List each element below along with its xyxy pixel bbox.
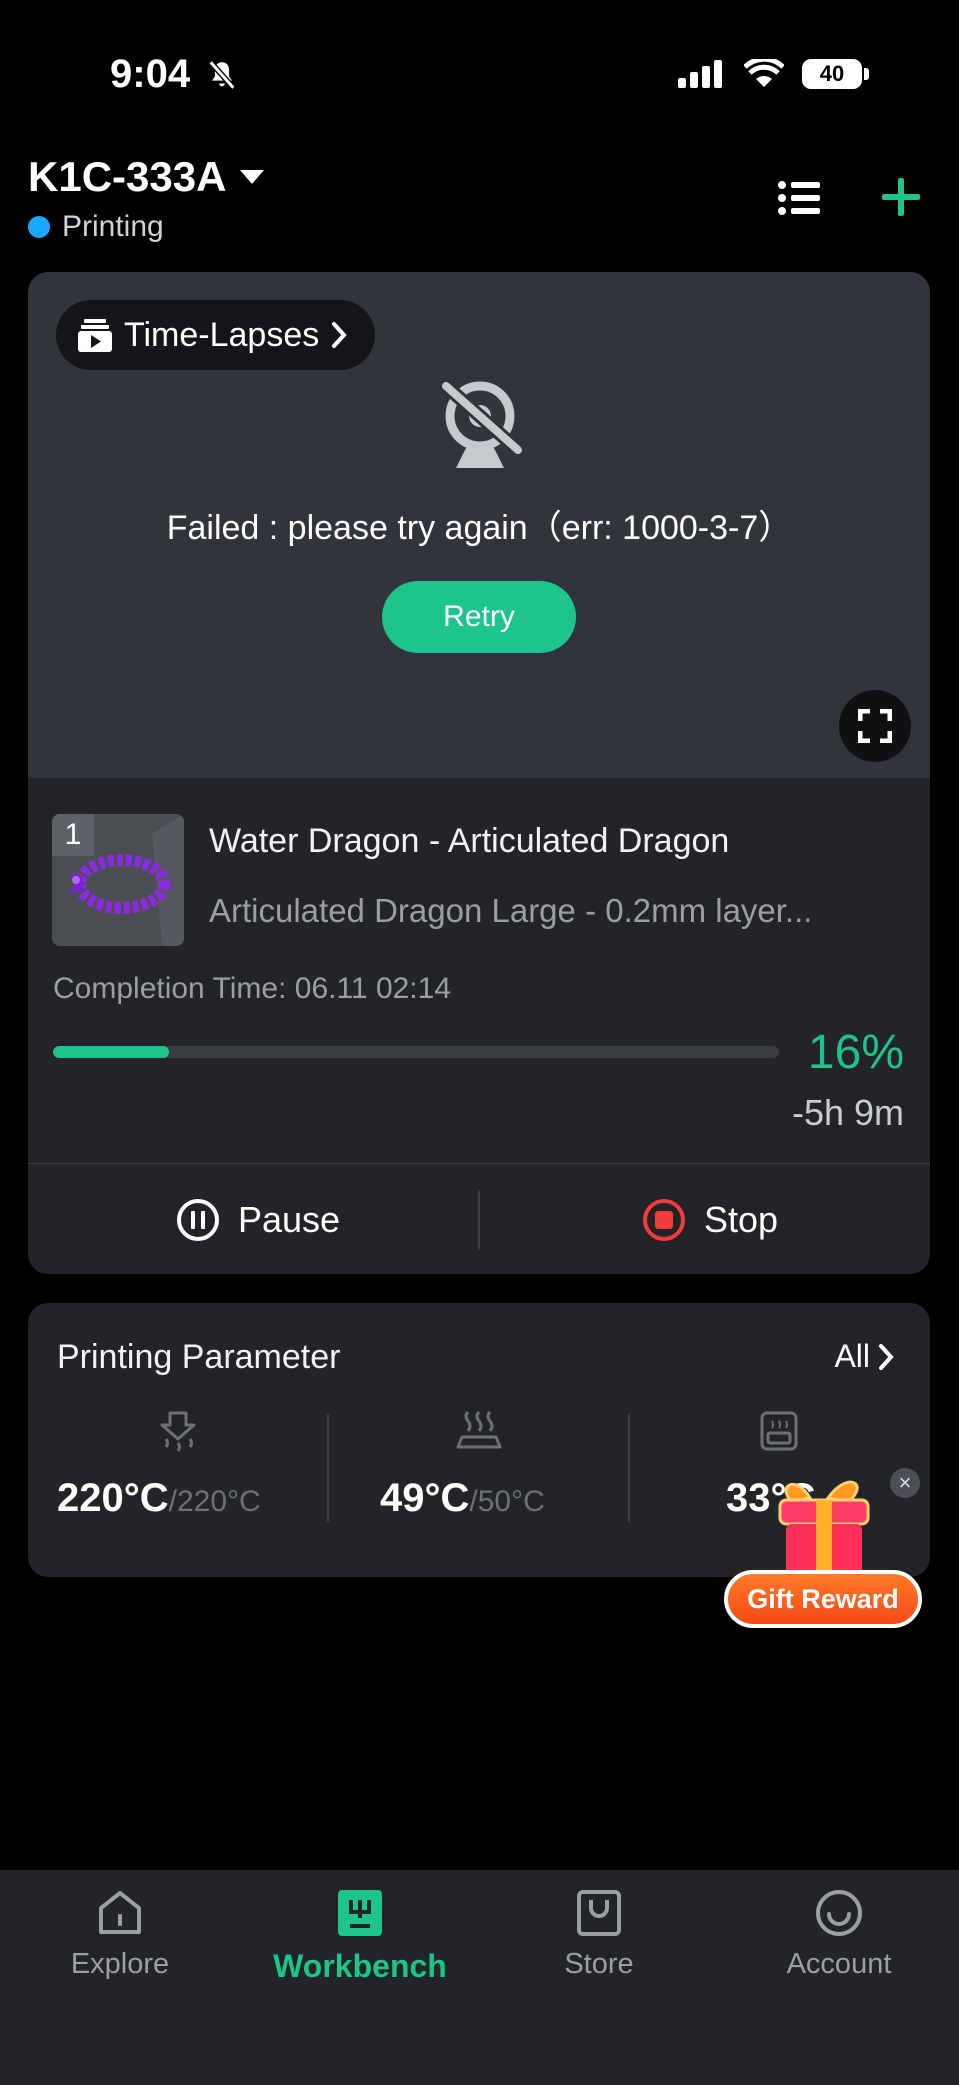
plus-icon [882,178,920,216]
nozzle-temp-icon [158,1411,198,1462]
param-divider [628,1414,630,1522]
bed-target: /50°C [469,1485,545,1518]
completion-time: Completion Time: 06.11 02:14 [53,972,452,1005]
status-indicators: 40 [678,58,869,90]
fullscreen-button[interactable] [839,690,911,762]
nozzle-current: 220°C [57,1476,169,1520]
nozzle-target: /220°C [168,1485,261,1518]
plate-number: 1 [52,814,94,856]
stop-label: Stop [704,1199,779,1240]
progress-percent: 16% [807,1026,904,1079]
printer-status-label: Printing [62,210,164,243]
nav-item-store[interactable]: Store [479,1888,719,1981]
nav-item-account[interactable]: Account [719,1888,959,1981]
nav-label-account: Account [786,1948,892,1980]
printer-selector[interactable]: K1C-333A [28,153,266,201]
all-label: All [834,1338,870,1374]
bed-current: 49°C [380,1476,470,1520]
bell-muted-icon [208,60,236,90]
printer-name: K1C-333A [28,153,227,200]
chevron-right-icon [879,1343,894,1370]
video-library-icon [78,319,112,352]
stop-icon [643,1199,685,1241]
nav-label-store: Store [564,1948,634,1980]
gift-reward-button[interactable]: Gift Reward [724,1570,922,1628]
camera-error-message: Failed : please try again（err: 1000-3-7） [166,509,793,547]
stop-button[interactable]: Stop [636,1190,784,1250]
progress-bar [53,1046,779,1058]
home-icon [99,1891,141,1934]
workbench-icon [338,1890,382,1936]
bed-temp-icon [456,1410,502,1456]
printer-status: Printing [28,210,164,244]
button-divider [478,1190,480,1250]
time-lapses-label: Time-Lapses [124,315,320,354]
pause-label: Pause [238,1199,341,1240]
add-device-button[interactable] [880,176,922,223]
signal-icon [678,60,722,88]
param-divider [327,1414,329,1522]
model-thumbnail: 1 [52,814,184,946]
printing-parameter-title: Printing Parameter [57,1338,341,1376]
status-dot [28,216,50,238]
nozzle-temperature: 220°C/220°C [57,1476,261,1521]
fullscreen-icon [858,709,892,743]
nav-item-explore[interactable]: Explore [0,1888,240,1981]
pause-icon [177,1199,219,1241]
pause-button[interactable]: Pause [170,1190,346,1250]
job-title: Water Dragon - Articulated Dragon [209,822,730,860]
list-icon [778,181,820,215]
battery-indicator: 40 [802,59,862,89]
smile-icon [816,1890,862,1936]
caret-down-icon [240,170,265,184]
close-gift-button[interactable]: × [890,1468,920,1498]
wifi-icon [744,59,784,87]
job-subtitle: Articulated Dragon Large - 0.2mm layer..… [209,892,813,929]
nav-label-workbench: Workbench [273,1948,447,1984]
time-remaining: -5h 9m [791,1092,904,1133]
device-list-button[interactable] [778,180,820,221]
all-parameters-link[interactable]: All [834,1338,894,1375]
status-time: 9:04 [110,52,239,97]
time-lapses-button[interactable]: Time-Lapses [56,300,376,370]
bag-icon [577,1890,621,1936]
chevron-right-icon [332,322,347,348]
camera-off-icon [436,376,526,477]
nav-label-explore: Explore [70,1948,170,1980]
retry-button[interactable]: Retry [382,581,576,653]
bed-temperature: 49°C/50°C [380,1476,545,1521]
divider [28,1163,930,1164]
progress-fill [53,1046,170,1058]
chamber-temp-icon [760,1411,798,1456]
nav-item-workbench[interactable]: Workbench [240,1888,480,1985]
